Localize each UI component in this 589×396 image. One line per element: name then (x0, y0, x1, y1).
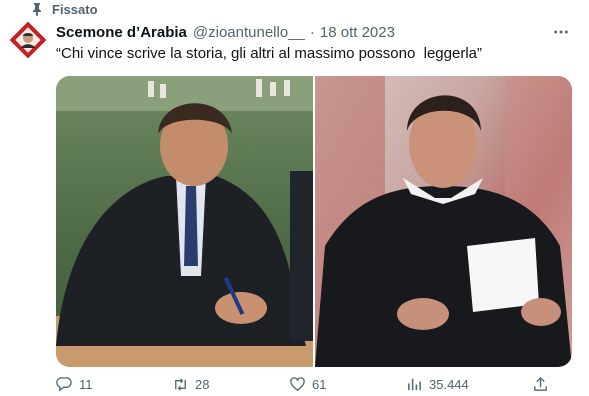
display-name[interactable]: Scemone d’Arabia (56, 24, 187, 41)
tweet-media[interactable] (56, 76, 572, 367)
photo-man-signing-illustration (56, 76, 313, 367)
tweet-text: “Chi vince scrive la storia, gli altri a… (56, 45, 482, 62)
pin-icon (30, 2, 44, 16)
more-icon (554, 30, 568, 34)
views-icon (408, 378, 421, 391)
tweet-actions: 11 28 61 35.444 (56, 376, 576, 396)
avatar[interactable] (9, 21, 47, 59)
like-count: 61 (312, 377, 327, 392)
more-options-button[interactable] (551, 22, 571, 42)
photo-man-reading[interactable] (315, 76, 572, 367)
views-count: 35.444 (429, 377, 469, 392)
share-button[interactable] (532, 376, 549, 393)
reply-button[interactable]: 11 (56, 376, 93, 393)
retweet-count: 28 (195, 377, 210, 392)
share-icon (534, 376, 547, 391)
user-handle[interactable]: @zioantunello__ (193, 24, 305, 41)
pinned-indicator: Fissato (30, 0, 98, 18)
reply-count: 11 (79, 377, 93, 392)
pinned-label: Fissato (52, 1, 98, 17)
tweet-date[interactable]: 18 ott 2023 (320, 24, 395, 41)
separator-dot: · (309, 23, 315, 41)
retweet-icon (175, 378, 186, 391)
heart-icon (290, 377, 305, 392)
tweet-header: Scemone d’Arabia @zioantunello__ · 18 ot… (56, 22, 395, 42)
reply-icon (56, 377, 72, 392)
photo-man-reading-illustration (315, 76, 572, 367)
views-button[interactable]: 35.444 (406, 376, 469, 393)
like-button[interactable]: 61 (289, 376, 326, 393)
retweet-button[interactable]: 28 (172, 376, 209, 393)
photo-man-signing[interactable] (56, 76, 313, 367)
